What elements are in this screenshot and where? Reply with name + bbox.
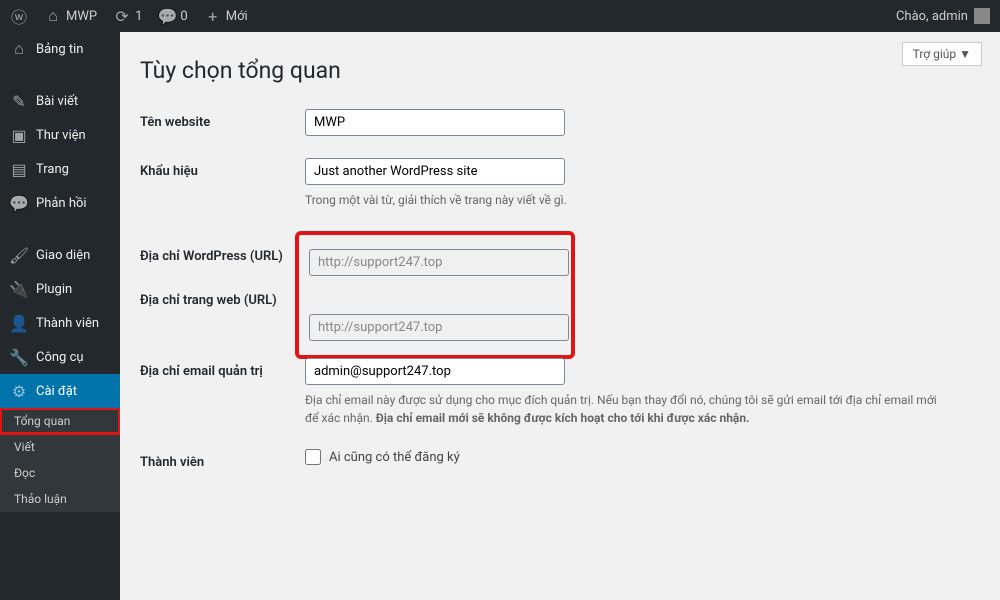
wp-url-input[interactable] [309,249,569,276]
admin-sidebar: ⌂ Bảng tin ✎ Bài viết ▣ Thư viện ▤ Trang 💬 Ph… [0,32,120,600]
sidebar-item-label: Cài đặt [36,384,77,399]
sidebar-item-label: Thành viên [36,316,99,331]
admin-email-input[interactable] [305,358,565,385]
sidebar-item-tools[interactable]: 🔧 Công cụ [0,340,120,374]
site-home-link[interactable]: ⌂ MWP [44,7,97,25]
sidebar-item-label: Công cụ [36,350,84,365]
label-membership: Thành viên [140,449,305,470]
comment-icon: 💬 [10,194,28,212]
new-content-link[interactable]: + Mới [204,7,248,25]
updates-count: 1 [135,9,142,24]
membership-checkbox-label: Ai cũng có thể đăng ký [329,450,460,465]
help-button[interactable]: Trợ giúp ▼ [902,42,982,66]
plus-icon: + [204,7,222,25]
media-icon: ▣ [10,126,28,144]
home-icon: ⌂ [44,7,62,25]
sidebar-sub-label: Đọc [14,466,35,480]
sidebar-item-media[interactable]: ▣ Thư viện [0,118,120,152]
content-area: Trợ giúp ▼ Tùy chọn tổng quan Tên websit… [120,32,1000,600]
sidebar-item-label: Phản hồi [36,196,87,211]
row-site-title: Tên website [140,109,980,136]
sidebar-item-pages[interactable]: ▤ Trang [0,152,120,186]
sidebar-sub-label: Viết [14,440,35,454]
site-url-input[interactable] [309,314,569,341]
wp-logo[interactable]: ⓦ [10,7,28,25]
updates-link[interactable]: ⟳ 1 [113,7,142,25]
site-title-input[interactable] [305,109,565,136]
sidebar-item-settings[interactable]: ⚙ Cài đặt [0,374,120,408]
topbar-left: ⓦ ⌂ MWP ⟳ 1 💬 0 + Mới [10,7,248,25]
label-site-title: Tên website [140,109,305,130]
sidebar-sub-general[interactable]: Tổng quan [0,408,120,434]
comments-count: 0 [180,9,187,24]
sidebar-item-label: Thư viện [36,128,86,143]
admin-email-desc: Địa chỉ email này được sử dụng cho mục đ… [305,391,945,427]
sidebar-item-label: Trang [36,162,69,177]
wrench-icon: 🔧 [10,348,28,366]
sidebar-sub-discussion[interactable]: Thảo luận [0,486,120,512]
sidebar-sub-writing[interactable]: Viết [0,434,120,460]
url-highlight-box [295,231,575,359]
sidebar-item-dashboard[interactable]: ⌂ Bảng tin [0,32,120,66]
membership-checkbox-row[interactable]: Ai cũng có thể đăng ký [305,449,980,465]
label-wp-url: Địa chỉ WordPress (URL) [140,231,305,264]
wordpress-icon: ⓦ [10,7,28,25]
topbar-right[interactable]: Chào, admin [896,8,990,24]
sidebar-item-posts[interactable]: ✎ Bài viết [0,84,120,118]
sidebar-item-comments[interactable]: 💬 Phản hồi [0,186,120,220]
label-admin-email: Địa chỉ email quản trị [140,358,305,379]
sidebar-item-users[interactable]: 👤 Thành viên [0,306,120,340]
sidebar-item-label: Bài viết [36,94,78,109]
sidebar-item-plugins[interactable]: 🔌 Plugin [0,272,120,306]
row-tagline: Khẩu hiệu Trong một vài từ, giải thích v… [140,158,980,209]
comments-link[interactable]: 💬 0 [158,7,187,25]
admin-topbar: ⓦ ⌂ MWP ⟳ 1 💬 0 + Mới Chào, admin [0,0,1000,32]
page-title: Tùy chọn tổng quan [140,57,980,84]
sidebar-sub-label: Tổng quan [14,414,70,428]
site-name: MWP [66,9,97,24]
pin-icon: ✎ [10,92,28,110]
row-admin-email: Địa chỉ email quản trị Địa chỉ email này… [140,358,980,427]
tagline-input[interactable] [305,158,565,185]
membership-checkbox[interactable] [305,449,321,465]
gear-icon: ⚙ [10,382,28,400]
updates-icon: ⟳ [113,7,131,25]
tagline-desc: Trong một vài từ, giải thích về trang nà… [305,191,945,209]
sidebar-sub-label: Thảo luận [14,492,67,506]
sidebar-item-label: Bảng tin [36,42,83,57]
greeting-text: Chào, admin [896,9,968,24]
sidebar-item-appearance[interactable]: 🖌 Giao diện [0,238,120,272]
sidebar-item-label: Plugin [36,282,72,297]
row-membership: Thành viên Ai cũng có thể đăng ký [140,449,980,470]
plugin-icon: 🔌 [10,280,28,298]
sidebar-item-label: Giao diện [36,248,90,263]
sidebar-sub-reading[interactable]: Đọc [0,460,120,486]
dashboard-icon: ⌂ [10,40,28,58]
label-tagline: Khẩu hiệu [140,158,305,179]
page-icon: ▤ [10,160,28,178]
new-label: Mới [226,9,248,24]
user-icon: 👤 [10,314,28,332]
avatar [974,8,990,24]
brush-icon: 🖌 [10,246,28,264]
label-site-url: Địa chỉ trang web (URL) [140,287,305,308]
comment-icon: 💬 [158,7,176,25]
